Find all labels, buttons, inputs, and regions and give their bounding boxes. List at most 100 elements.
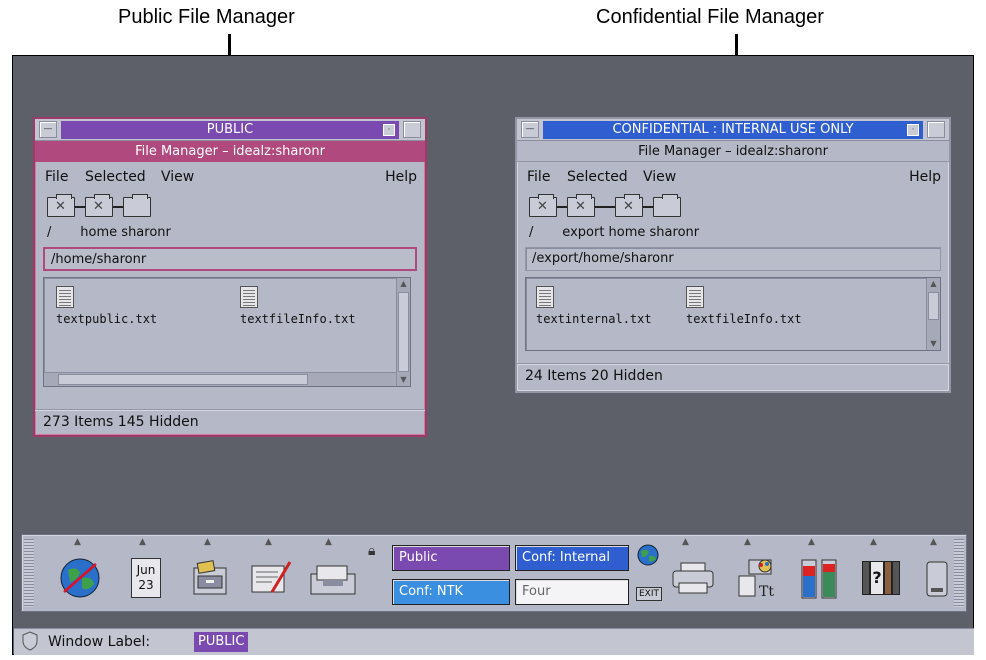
file-item[interactable]: textinternal.txt — [536, 286, 652, 326]
home-folder-icon[interactable]: ✕ — [615, 194, 643, 217]
menu-selected[interactable]: Selected — [85, 165, 146, 189]
scroll-thumb[interactable] — [398, 292, 409, 372]
subpanel-arrow-icon[interactable]: ▲ — [682, 537, 689, 547]
window-label-caption: Window Label: — [48, 634, 151, 650]
workspace-public-button[interactable]: Public — [392, 545, 510, 571]
scroll-down-icon[interactable]: ▼ — [398, 374, 409, 386]
text-file-icon — [240, 286, 258, 308]
maximize-button[interactable] — [927, 121, 945, 138]
menu-file[interactable]: File — [527, 165, 550, 189]
vertical-scrollbar[interactable]: ▲ ▼ — [926, 278, 940, 350]
menu-file[interactable]: File — [45, 165, 68, 189]
menu-help[interactable]: Help — [909, 165, 941, 189]
scroll-down-icon[interactable]: ▼ — [928, 338, 939, 350]
vertical-scrollbar[interactable]: ▲ ▼ — [396, 278, 410, 386]
text-editor-icon[interactable] — [242, 547, 302, 609]
status-bar: 273 Items 145 Hidden — [35, 409, 425, 433]
path-segments: / home sharonr — [47, 225, 171, 240]
subpanel-arrow-icon[interactable]: ▲ — [870, 537, 877, 547]
window-menu-button[interactable]: — — [39, 121, 57, 138]
help-books-icon[interactable]: ? — [852, 547, 912, 609]
horizontal-scrollbar[interactable] — [44, 372, 396, 386]
menu-help[interactable]: Help — [385, 165, 417, 189]
export-folder-icon[interactable]: ✕ — [567, 194, 595, 217]
path-icons: ✕ ✕ — [47, 194, 151, 219]
file-drawer-icon[interactable] — [180, 547, 240, 609]
title-bar[interactable]: — PUBLIC · — [35, 119, 425, 141]
workspace-conf-ntk-button[interactable]: Conf: NTK — [392, 579, 510, 605]
window-title: File Manager – idealz:sharonr — [517, 141, 949, 162]
help-mark: ? — [870, 561, 884, 595]
h-scroll-thumb[interactable] — [58, 374, 308, 385]
shield-icon — [22, 631, 38, 660]
maximize-button[interactable] — [403, 121, 421, 138]
front-panel: ▲ ▲ ▲ ▲ ▲ ▲ ▲ ▲ ▲ ▲ Jun 23 🔒︎ Public Con… — [21, 534, 967, 612]
lock-icon[interactable]: 🔒︎ — [368, 543, 375, 559]
path-icons: ✕ ✕ ✕ — [529, 194, 681, 219]
panel-left-grip[interactable] — [24, 539, 34, 607]
menu-bar: File Selected View Help — [517, 165, 949, 189]
desktop: — PUBLIC · File Manager – idealz:sharonr… — [12, 55, 974, 655]
workspace-four-button[interactable]: Four — [515, 579, 629, 605]
path-segments: / export home sharonr — [529, 225, 700, 240]
mail-icon[interactable] — [302, 547, 364, 609]
calendar-day: 23 — [138, 578, 154, 592]
minimize-button[interactable]: · — [383, 124, 395, 136]
root-folder-icon[interactable]: ✕ — [529, 194, 557, 217]
window-label-public: PUBLIC · — [61, 121, 399, 139]
subpanel-arrow-icon[interactable]: ▲ — [204, 537, 211, 547]
subpanel-arrow-icon[interactable]: ▲ — [74, 537, 81, 547]
globe-icon[interactable] — [50, 547, 110, 609]
subpanel-arrow-icon[interactable]: ▲ — [265, 537, 272, 547]
menu-view[interactable]: View — [161, 165, 194, 189]
status-bar: 24 Items 20 Hidden — [517, 363, 949, 387]
printer-icon[interactable] — [662, 547, 724, 609]
confidential-callout-label: Confidential File Manager — [596, 6, 824, 28]
subpanel-arrow-icon[interactable]: ▲ — [325, 537, 332, 547]
text-file-icon — [536, 286, 554, 308]
path-input[interactable]: /home/sharonr — [43, 247, 417, 271]
window-menu-button[interactable]: — — [521, 121, 539, 138]
workspace-conf-internal-button[interactable]: Conf: Internal — [515, 545, 629, 571]
subpanel-arrow-icon[interactable]: ▲ — [808, 537, 815, 547]
file-item[interactable]: textpublic.txt — [56, 286, 157, 326]
file-item[interactable]: textfileInfo.txt — [686, 286, 802, 326]
minimize-button[interactable]: · — [907, 124, 919, 136]
sharonr-folder-icon[interactable] — [653, 194, 681, 217]
home-folder-icon[interactable]: ✕ — [85, 194, 113, 217]
file-name: textinternal.txt — [536, 312, 652, 326]
subpanel-arrow-icon[interactable]: ▲ — [744, 537, 751, 547]
file-name: textfileInfo.txt — [686, 312, 802, 326]
label-text: CONFIDENTIAL : INTERNAL USE ONLY — [612, 122, 854, 137]
scroll-up-icon[interactable]: ▲ — [398, 278, 409, 290]
file-item[interactable]: textfileInfo.txt — [240, 286, 356, 326]
trash-icon[interactable] — [910, 547, 964, 609]
root-folder-icon[interactable]: ✕ — [47, 194, 75, 217]
title-bar[interactable]: — CONFIDENTIAL : INTERNAL USE ONLY · — [517, 119, 949, 141]
scroll-up-icon[interactable]: ▲ — [928, 278, 939, 290]
sharonr-folder-icon[interactable] — [123, 194, 151, 217]
confidential-file-manager-window: — CONFIDENTIAL : INTERNAL USE ONLY · Fil… — [515, 117, 951, 393]
style-manager-icon[interactable]: Tt — [726, 547, 788, 609]
exit-button[interactable]: EXIT — [636, 587, 663, 601]
file-pane: textinternal.txt textfileInfo.txt ▲ ▼ — [525, 277, 941, 351]
public-file-manager-window: — PUBLIC · File Manager – idealz:sharonr… — [33, 117, 427, 437]
text-file-icon — [686, 286, 704, 308]
menu-selected[interactable]: Selected — [567, 165, 628, 189]
file-name: textpublic.txt — [56, 312, 158, 326]
path-input[interactable]: /export/home/sharonr — [525, 247, 941, 271]
file-pane: textpublic.txt textfileInfo.txt ▲ ▼ — [43, 277, 411, 387]
scroll-thumb[interactable] — [928, 292, 939, 320]
menu-view[interactable]: View — [643, 165, 676, 189]
label-text: PUBLIC — [206, 122, 254, 137]
performance-meter-icon[interactable] — [790, 547, 850, 609]
subpanel-arrow-icon[interactable]: ▲ — [930, 537, 937, 547]
window-label-value: PUBLIC — [194, 632, 249, 652]
svg-text:Tt: Tt — [759, 584, 774, 600]
subpanel-arrow-icon[interactable]: ▲ — [139, 537, 146, 547]
menu-bar: File Selected View Help — [35, 165, 425, 189]
public-callout-label: Public File Manager — [118, 6, 295, 28]
earth-icon[interactable] — [636, 543, 660, 571]
file-name: textfileInfo.txt — [240, 312, 356, 326]
calendar-icon[interactable]: Jun 23 — [116, 547, 176, 609]
